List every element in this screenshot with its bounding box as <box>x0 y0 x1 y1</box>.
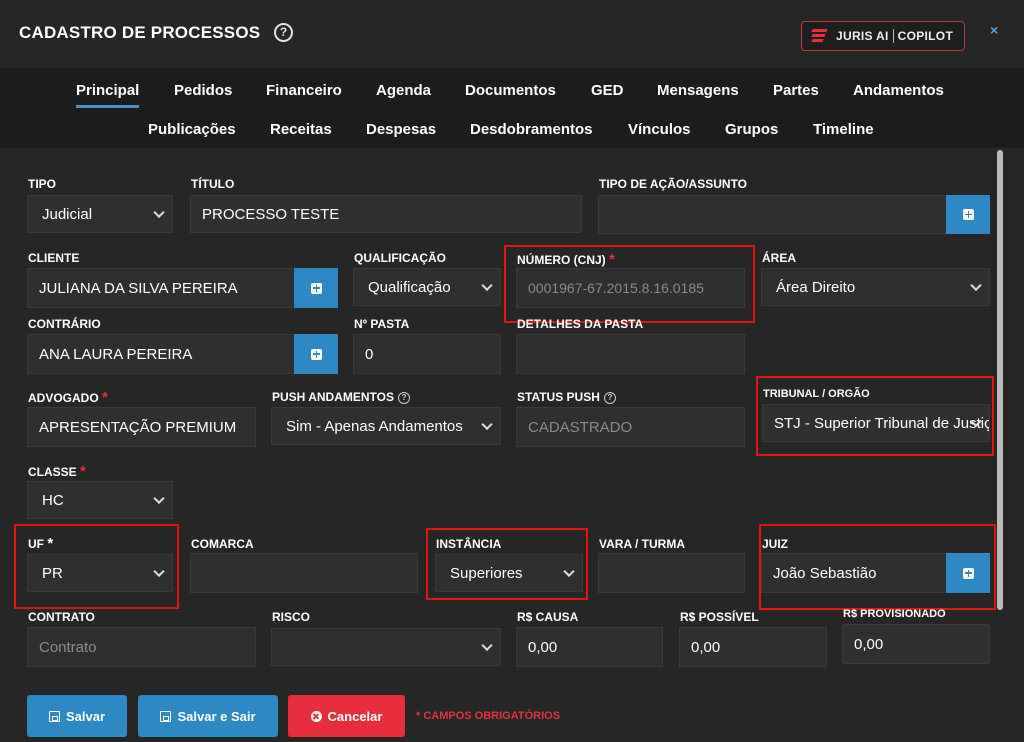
tab-grupos[interactable]: Grupos <box>725 121 778 138</box>
plus-icon <box>310 348 322 360</box>
contrario-label: CONTRÁRIO <box>28 317 101 331</box>
area-select[interactable]: Área Direito <box>761 268 990 306</box>
tab-partes[interactable]: Partes <box>773 82 819 99</box>
risco-select[interactable] <box>271 628 501 666</box>
tipo-acao-input[interactable] <box>598 195 947 234</box>
causa-input[interactable]: 0,00 <box>516 627 663 667</box>
status-push-label: STATUS PUSH? <box>517 390 616 404</box>
cancel-button[interactable]: Cancelar <box>288 695 405 737</box>
add-tipo-acao-button[interactable] <box>946 195 990 234</box>
cancel-button-label: Cancelar <box>327 708 383 724</box>
save-button-label: Salvar <box>65 708 106 724</box>
copilot-button[interactable]: JURIS AI COPILOT <box>801 21 965 51</box>
vara-input[interactable] <box>598 553 745 593</box>
highlight-box <box>426 528 588 600</box>
provisionado-input[interactable]: 0,00 <box>842 624 990 664</box>
scrollbar[interactable] <box>997 150 1003 610</box>
tab-principal[interactable]: Principal <box>76 82 140 108</box>
titulo-label: TÍTULO <box>191 177 235 191</box>
highlight-box <box>759 524 996 610</box>
tab-pedidos[interactable]: Pedidos <box>174 82 232 99</box>
save-icon <box>48 710 60 722</box>
advogado-input[interactable]: APRESENTAÇÃO PREMIUM <box>27 407 256 447</box>
help-icon[interactable]: ? <box>274 23 293 42</box>
save-button[interactable]: Salvar <box>27 695 127 737</box>
tipo-select[interactable]: Judicial <box>27 195 173 233</box>
copilot-divider <box>892 29 894 43</box>
push-select[interactable]: Sim - Apenas Andamentos <box>271 407 501 445</box>
area-label: ÁREA <box>762 251 797 265</box>
tab-desdobramentos[interactable]: Desdobramentos <box>470 121 593 138</box>
tab-receitas[interactable]: Receitas <box>270 121 332 138</box>
tab-andamentos[interactable]: Andamentos <box>853 82 944 99</box>
tab-mensagens[interactable]: Mensagens <box>657 82 739 99</box>
pasta-input[interactable]: 0 <box>353 334 501 374</box>
contrato-input[interactable]: Contrato <box>27 627 256 667</box>
tab-agenda[interactable]: Agenda <box>376 82 431 99</box>
provisionado-label: R$ PROVISIONADO <box>843 608 946 620</box>
possivel-input[interactable]: 0,00 <box>679 627 827 667</box>
required-mark: * <box>102 389 108 406</box>
classe-select[interactable]: HC <box>27 481 173 519</box>
push-label: PUSH ANDAMENTOS? <box>272 390 411 404</box>
tipo-label: TIPO <box>28 177 57 191</box>
tipo-acao-label: TIPO DE AÇÃO/ASSUNTO <box>599 177 748 191</box>
vara-label: VARA / TURMA <box>599 537 685 551</box>
tab-publicacoes[interactable]: Publicações <box>148 121 236 138</box>
juris-logo-icon <box>811 29 828 43</box>
highlight-box <box>756 376 994 456</box>
copilot-brand: JURIS AI <box>836 29 889 43</box>
possivel-label: R$ POSSÍVEL <box>680 610 759 624</box>
advogado-label: ADVOGADO * <box>28 389 108 406</box>
comarca-input[interactable] <box>190 553 418 593</box>
plus-icon <box>310 282 322 294</box>
info-icon[interactable]: ? <box>398 392 411 404</box>
add-cliente-button[interactable] <box>294 268 338 308</box>
required-mark: * <box>80 463 86 480</box>
cliente-input[interactable]: JULIANA DA SILVA PEREIRA <box>27 268 295 308</box>
detalhes-pasta-input[interactable] <box>516 334 745 374</box>
qualificacao-select[interactable]: Qualificação <box>353 268 501 306</box>
close-icon[interactable]: × <box>990 22 998 38</box>
save-exit-button-label: Salvar e Sair <box>177 708 256 724</box>
contrario-input[interactable]: ANA LAURA PEREIRA <box>27 334 295 374</box>
comarca-label: COMARCA <box>191 537 254 551</box>
detalhes-pasta-label: DETALHES DA PASTA <box>517 317 644 331</box>
causa-label: R$ CAUSA <box>517 610 579 624</box>
save-exit-button[interactable]: Salvar e Sair <box>138 695 278 737</box>
tab-timeline[interactable]: Timeline <box>813 121 874 138</box>
qualificacao-label: QUALIFICAÇÃO <box>354 251 446 265</box>
page-title: CADASTRO DE PROCESSOS <box>19 23 261 42</box>
contrato-label: CONTRATO <box>28 610 95 624</box>
titulo-input[interactable]: PROCESSO TESTE <box>190 195 582 233</box>
tab-despesas[interactable]: Despesas <box>366 121 436 138</box>
highlight-box <box>14 524 179 609</box>
copilot-label: COPILOT <box>897 29 954 43</box>
modal-header: CADASTRO DE PROCESSOS ? JURIS AI COPILOT… <box>0 0 1024 68</box>
status-push-input: CADASTRADO <box>516 407 745 447</box>
pasta-label: Nº PASTA <box>354 317 410 331</box>
highlight-box <box>504 245 755 323</box>
risco-label: RISCO <box>272 610 311 624</box>
info-icon[interactable]: ? <box>603 392 616 404</box>
classe-label: CLASSE * <box>28 463 86 480</box>
tab-ged[interactable]: GED <box>591 82 624 99</box>
cliente-label: CLIENTE <box>28 251 80 265</box>
tab-bar: Principal Pedidos Financeiro Agenda Docu… <box>0 68 1024 148</box>
tab-financeiro[interactable]: Financeiro <box>266 82 342 99</box>
plus-icon <box>962 209 974 220</box>
tab-documentos[interactable]: Documentos <box>465 82 556 99</box>
cancel-icon <box>310 710 322 722</box>
tab-vinculos[interactable]: Vínculos <box>628 121 691 138</box>
required-fields-note: * CAMPOS OBRIGATÓRIOS <box>416 710 561 722</box>
add-contrario-button[interactable] <box>294 334 338 374</box>
save-icon <box>160 710 172 722</box>
